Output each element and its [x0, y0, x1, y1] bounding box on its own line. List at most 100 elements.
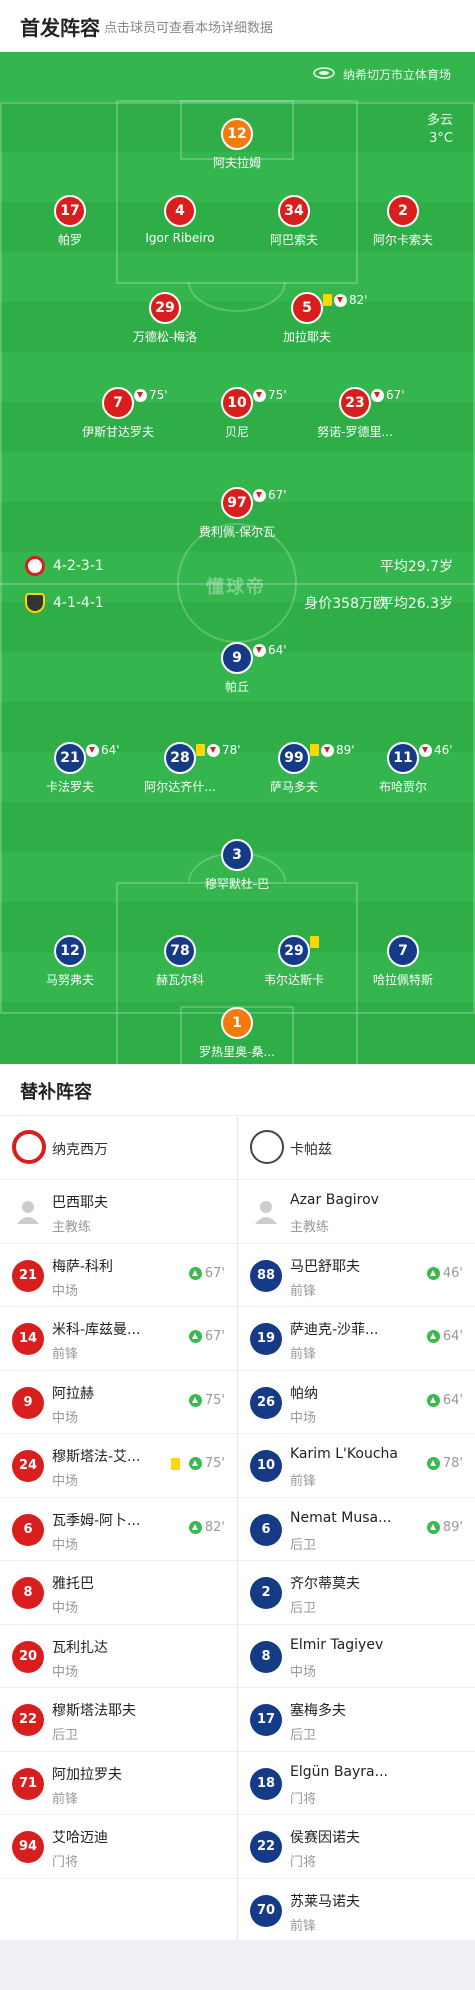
player-name: Elgün Bayra...	[290, 1763, 388, 1780]
home-formation: 4-2-3-1	[53, 558, 104, 574]
away-starter[interactable]: 9 64' 帕丘	[167, 642, 307, 695]
sub-on-icon	[426, 1266, 440, 1280]
sub-player-row[interactable]: 88 马巴舒耶夫 前锋 46'	[238, 1244, 475, 1307]
sub-on-info: 46'	[426, 1266, 463, 1281]
jersey-number: 17	[54, 195, 86, 227]
sub-minute: 82'	[204, 1519, 225, 1535]
stadium-icon	[313, 67, 335, 82]
player-name: 帕纳	[290, 1385, 318, 1402]
home-starter[interactable]: 97 67' 费利佩-保尔瓦	[167, 487, 307, 540]
sub-minute: 46'	[434, 743, 453, 757]
jersey-number: 9	[221, 642, 253, 674]
jersey-number: 70	[250, 1894, 282, 1927]
sub-on-icon	[188, 1330, 202, 1343]
player-position: 前锋	[290, 1347, 317, 1362]
jersey-number: 12	[221, 118, 253, 150]
sub-player-row[interactable]: 14 米科-库兹曼... 前锋 67'	[0, 1307, 237, 1371]
sub-minute: 64'	[442, 1392, 463, 1408]
sub-player-row[interactable]: 71 阿加拉罗夫 前锋	[0, 1752, 237, 1815]
home-formation-row: 4-2-3-1	[25, 556, 104, 576]
weather-temperature: 3°C	[429, 131, 453, 146]
player-name: 布哈贾尔	[378, 780, 427, 794]
home-starter[interactable]: 29 万德松-梅洛	[95, 292, 235, 345]
sub-player-row[interactable]: 21 梅萨-科利 中场 67'	[0, 1244, 237, 1307]
sub-on-info: 82'	[188, 1519, 225, 1535]
jersey-number: 88	[250, 1259, 282, 1292]
jersey-number: 6	[12, 1513, 44, 1546]
sub-off-icon	[419, 743, 432, 757]
sub-on-info: 75'	[188, 1393, 225, 1408]
away-starter[interactable]: 3 穆罕默杜-巴	[167, 839, 307, 892]
jersey-number: 29	[278, 935, 310, 967]
sub-player-row[interactable]: 22 侯赛因诺夫 门将	[238, 1815, 475, 1879]
sub-player-row[interactable]: 10 Karim L'Koucha 前锋 78'	[238, 1434, 475, 1498]
jersey-number: 14	[12, 1323, 44, 1355]
away-coach-row[interactable]: Azar Bagirov 主教练	[238, 1180, 475, 1244]
sub-minute: 67'	[204, 1265, 225, 1281]
player-name: 苏莱马诺夫	[290, 1893, 360, 1910]
yellow-card-icon	[170, 1457, 180, 1470]
home-team-logo-icon	[12, 1130, 46, 1164]
sub-player-row[interactable]: 70 苏莱马诺夫 前锋	[238, 1879, 475, 1942]
jersey-number: 17	[250, 1704, 282, 1736]
jersey-number: 7	[387, 935, 419, 967]
sub-player-row[interactable]: 9 阿拉赫 中场 75'	[0, 1371, 237, 1434]
home-team-header[interactable]: 纳克西万	[0, 1116, 237, 1180]
sub-on-icon	[426, 1330, 440, 1343]
player-name: 瓦季姆-阿卜...	[52, 1512, 141, 1529]
sub-player-row[interactable]: 24 穆斯塔法-艾... 中场 75'	[0, 1434, 237, 1498]
home-starter[interactable]: 2 阿尔卡索夫	[333, 195, 473, 248]
sub-player-row[interactable]: 6 瓦季姆-阿卜... 中场 82'	[0, 1498, 237, 1561]
sub-on-icon	[188, 1266, 202, 1280]
sub-player-row[interactable]: 2 齐尔蒂莫夫 后卫	[238, 1561, 475, 1625]
player-name: 万德松-梅洛	[132, 330, 198, 344]
sub-on-info: 64'	[426, 1329, 463, 1344]
sub-player-row[interactable]: 20 瓦利扎达 中场	[0, 1625, 237, 1688]
away-starter[interactable]: 11 46' 布哈贾尔	[333, 742, 473, 795]
away-team-header[interactable]: 卡帕兹	[238, 1116, 475, 1180]
sub-minute: 64'	[442, 1329, 463, 1344]
away-starter[interactable]: 7 哈拉佩特斯	[333, 935, 473, 988]
jersey-number: 71	[12, 1767, 44, 1800]
sub-player-row[interactable]: 22 穆斯塔法耶夫 后卫	[0, 1688, 237, 1752]
lineup-header: 首发阵容 点击球员可查看本场详细数据	[0, 0, 475, 52]
jersey-number: 11	[387, 742, 419, 774]
home-coach-row[interactable]: 巴西耶夫 主教练	[0, 1180, 237, 1244]
jersey-number: 3	[221, 839, 253, 871]
sub-player-row[interactable]: 17 塞梅多夫 后卫	[238, 1688, 475, 1752]
away-starter[interactable]: 1 罗热里奥-桑...	[167, 1007, 307, 1060]
player-name: 艾哈迈迪	[52, 1830, 108, 1846]
home-starter[interactable]: 12 阿夫拉姆	[167, 118, 307, 171]
sub-on-icon	[188, 1393, 202, 1407]
jersey-number: 19	[250, 1323, 282, 1355]
sub-player-row[interactable]: 6 Nemat Musa... 后卫 89'	[238, 1498, 475, 1561]
jersey-number: 34	[278, 195, 310, 227]
jersey-number: 97	[221, 487, 253, 519]
sub-player-row[interactable]: 8 雅托巴 中场	[0, 1561, 237, 1625]
sub-off-icon	[253, 388, 266, 402]
player-position: 后卫	[290, 1601, 317, 1616]
sub-player-row[interactable]: 8 Elmir Tagiyev 中场	[238, 1625, 475, 1688]
sub-on-icon	[426, 1520, 440, 1534]
sub-player-row[interactable]: 26 帕纳 中场 64'	[238, 1371, 475, 1434]
player-position: 中场	[52, 1601, 79, 1616]
jersey-number: 22	[250, 1831, 282, 1863]
player-position: 中场	[52, 1474, 79, 1489]
sub-on-icon	[188, 1520, 202, 1534]
player-name: 穆斯塔法-艾...	[52, 1449, 141, 1465]
player-name: 雅托巴	[52, 1576, 94, 1592]
sub-on-info: 67'	[188, 1265, 225, 1281]
home-starter[interactable]: 5 82' 加拉耶夫	[237, 292, 377, 345]
jersey-number: 10	[221, 387, 253, 419]
jersey-number: 94	[12, 1831, 44, 1863]
sub-player-row[interactable]: 18 Elgün Bayra... 门将	[238, 1752, 475, 1815]
sub-minute: 75'	[149, 388, 168, 402]
jersey-number: 99	[278, 742, 310, 774]
jersey-number: 28	[164, 742, 196, 774]
sub-player-row[interactable]: 19 萨迪克-沙菲... 前锋 64'	[238, 1307, 475, 1371]
jersey-number: 21	[12, 1259, 44, 1292]
watermark: 懂球帝	[206, 577, 266, 598]
sub-player-row[interactable]: 94 艾哈迈迪 门将	[0, 1815, 237, 1879]
home-starter[interactable]: 23 67' 努诺-罗德里...	[285, 387, 425, 440]
player-position: 前锋	[290, 1283, 317, 1299]
